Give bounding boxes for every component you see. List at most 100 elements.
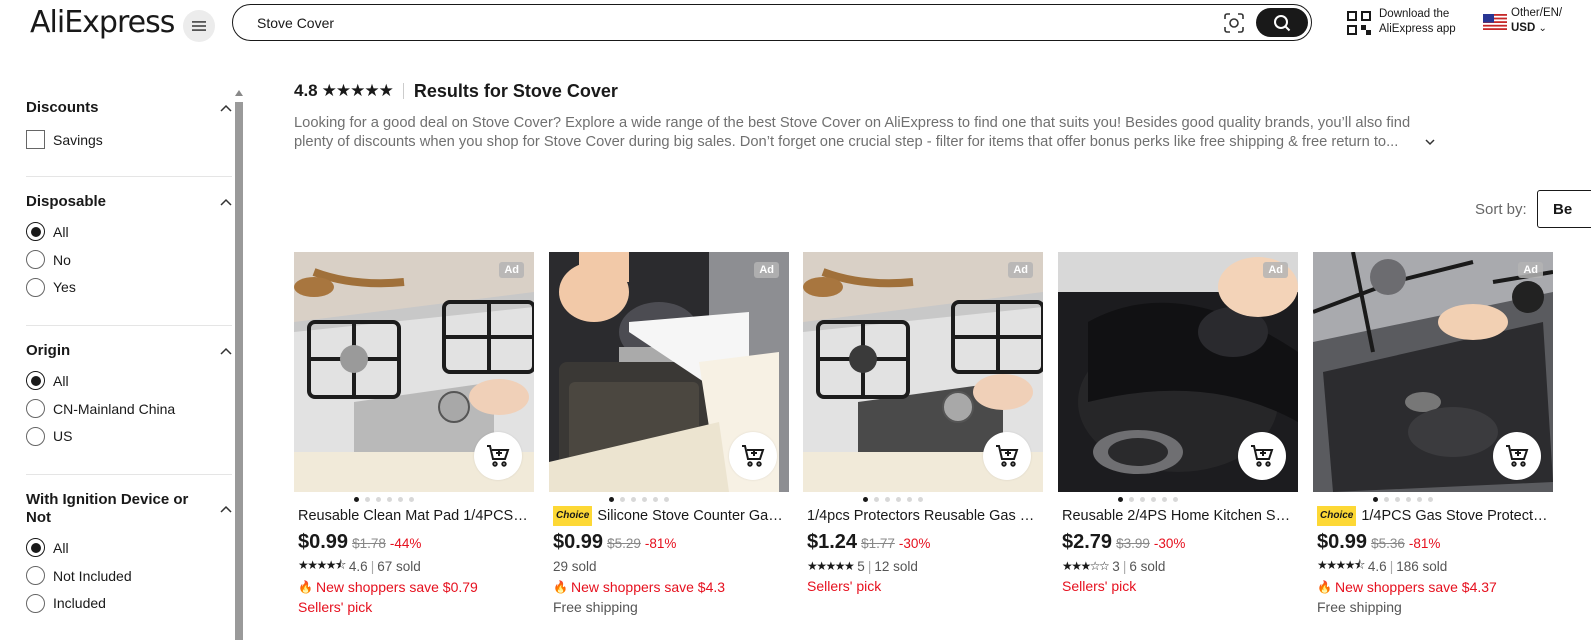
filter-title-line2: Not: [26, 509, 51, 526]
product-card[interactable]: Ad Choice Silicone Stove Counter Gap ... …: [549, 252, 789, 617]
radio-button[interactable]: [26, 593, 45, 613]
filter-option-all[interactable]: All: [26, 218, 232, 246]
expand-description-chevron-icon[interactable]: [1424, 138, 1436, 146]
product-image[interactable]: Ad: [803, 252, 1043, 492]
filter-option-no[interactable]: No: [26, 246, 232, 274]
radio-button[interactable]: [26, 371, 45, 391]
filter-option-all[interactable]: All: [26, 534, 232, 562]
filter-group-discounts: Discounts Savings: [26, 90, 232, 177]
add-to-cart-icon: [742, 445, 765, 467]
search-button[interactable]: [1256, 8, 1308, 37]
option-label: All: [53, 372, 69, 389]
filter-option-yes[interactable]: Yes: [26, 273, 232, 301]
promo-text: New shoppers save $4.37: [1334, 579, 1497, 595]
product-card[interactable]: Ad Reusable 2/4PS Home Kitchen Stov... $…: [1058, 252, 1298, 596]
radio-button[interactable]: [26, 566, 45, 586]
product-card[interactable]: Ad 1/4pcs Protectors Reusable Gas St... …: [803, 252, 1043, 596]
radio-button[interactable]: [26, 426, 45, 446]
product-title[interactable]: Choice 1/4PCS Gas Stove Protector ...: [1313, 506, 1553, 526]
product-image[interactable]: Ad: [1058, 252, 1298, 492]
search-rating-header: 4.8 ★★★★★ Results for Stove Cover: [294, 80, 618, 102]
product-title[interactable]: Reusable Clean Mat Pad 1/4PCS H...: [294, 506, 534, 526]
option-label: Yes: [53, 279, 76, 296]
add-to-cart-button[interactable]: [1238, 432, 1286, 480]
chevron-down-icon: ⌄: [1538, 23, 1547, 34]
product-image[interactable]: Ad: [294, 252, 534, 492]
filter-title: Discounts: [26, 99, 99, 116]
sold-count: 6 sold: [1129, 558, 1166, 574]
product-title-text: 1/4pcs Protectors Reusable Gas St...: [807, 508, 1039, 524]
product-image[interactable]: Ad: [1313, 252, 1553, 492]
chevron-up-icon[interactable]: [220, 347, 232, 355]
add-to-cart-icon: [1251, 445, 1274, 467]
product-title[interactable]: Reusable 2/4PS Home Kitchen Stov...: [1058, 506, 1298, 526]
filter-option-all[interactable]: All: [26, 367, 232, 395]
chevron-up-icon[interactable]: [220, 198, 232, 206]
product-title-text: Reusable Clean Mat Pad 1/4PCS H...: [298, 508, 530, 524]
ad-badge: Ad: [1518, 262, 1543, 278]
language-currency-selector[interactable]: Other/EN/ USD ⌄: [1511, 6, 1562, 36]
checkbox[interactable]: [26, 130, 45, 150]
product-title-text: 1/4PCS Gas Stove Protector ...: [1361, 508, 1549, 524]
results-title: Results for Stove Cover: [413, 80, 618, 101]
add-to-cart-icon: [487, 445, 510, 467]
radio-button[interactable]: [26, 538, 45, 558]
chevron-up-icon[interactable]: [220, 104, 232, 112]
overall-rating: 4.8: [294, 81, 318, 100]
divider: [402, 83, 404, 99]
discount: -30%: [1153, 536, 1186, 551]
option-label: US: [53, 428, 73, 445]
ad-badge: Ad: [1008, 262, 1033, 278]
ad-badge: Ad: [499, 262, 524, 278]
sidebar-scrollbar[interactable]: [235, 102, 243, 640]
filter-option-cn-mainland-china[interactable]: CN-Mainland China: [26, 395, 232, 423]
image-carousel-dots[interactable]: [1253, 492, 1553, 506]
us-flag-icon[interactable]: [1483, 14, 1507, 30]
product-title[interactable]: Choice Silicone Stove Counter Gap ...: [549, 506, 789, 526]
option-label: Savings: [53, 131, 103, 148]
flame-icon: 🔥: [298, 580, 313, 594]
price-row: $0.99 $1.78 -44%: [294, 531, 534, 553]
sort-dropdown[interactable]: Be: [1537, 190, 1591, 228]
search-input[interactable]: [257, 15, 1157, 31]
download-app-link[interactable]: Download the AliExpress app: [1379, 7, 1456, 37]
filter-option-included[interactable]: Included: [26, 589, 232, 617]
filter-option-savings[interactable]: Savings: [26, 126, 232, 154]
add-to-cart-icon: [1506, 445, 1529, 467]
product-title-text: Silicone Stove Counter Gap ...: [597, 508, 785, 524]
option-label: All: [53, 539, 69, 556]
product-image[interactable]: Ad: [549, 252, 789, 492]
add-to-cart-button[interactable]: [983, 432, 1031, 480]
option-label: CN-Mainland China: [53, 400, 176, 417]
product-card[interactable]: Ad Reusable Clean Mat Pad 1/4PCS H... $0…: [294, 252, 534, 617]
chevron-up-icon[interactable]: [220, 505, 232, 513]
price-row: $2.79 $3.99 -30%: [1058, 531, 1298, 553]
product-title[interactable]: 1/4pcs Protectors Reusable Gas St...: [803, 506, 1043, 526]
qr-code-icon[interactable]: [1346, 10, 1372, 36]
add-to-cart-button[interactable]: [729, 432, 777, 480]
rating-stars-icon: ★★★★⯪: [1317, 557, 1365, 572]
image-search-icon[interactable]: [1223, 12, 1245, 34]
price: $0.99: [298, 531, 349, 553]
scroll-up-arrow-icon[interactable]: [234, 86, 244, 98]
add-to-cart-button[interactable]: [1493, 432, 1541, 480]
radio-button[interactable]: [26, 250, 45, 270]
option-label: All: [53, 223, 69, 240]
add-to-cart-button[interactable]: [474, 432, 522, 480]
menu-icon[interactable]: [183, 10, 215, 42]
aliexpress-logo[interactable]: AliExpress: [30, 5, 175, 40]
rating-sold-row: ★★★★⯪ 4.6 | 186 sold: [1313, 557, 1553, 575]
filter-option-us[interactable]: US: [26, 422, 232, 450]
discount: -81%: [1408, 536, 1441, 551]
sold-count: 29 sold: [553, 558, 597, 574]
radio-button[interactable]: [26, 399, 45, 419]
filter-option-not-included[interactable]: Not Included: [26, 562, 232, 590]
rating-sold-row: 29 sold: [549, 557, 789, 575]
radio-button[interactable]: [26, 222, 45, 242]
option-label: Not Included: [53, 567, 132, 584]
download-line1: Download the: [1379, 8, 1450, 20]
product-card[interactable]: Ad Choice 1/4PCS Gas Stove Protector ... …: [1313, 252, 1553, 617]
radio-button[interactable]: [26, 277, 45, 297]
flame-icon: 🔥: [553, 580, 568, 594]
price: $0.99: [553, 531, 604, 553]
